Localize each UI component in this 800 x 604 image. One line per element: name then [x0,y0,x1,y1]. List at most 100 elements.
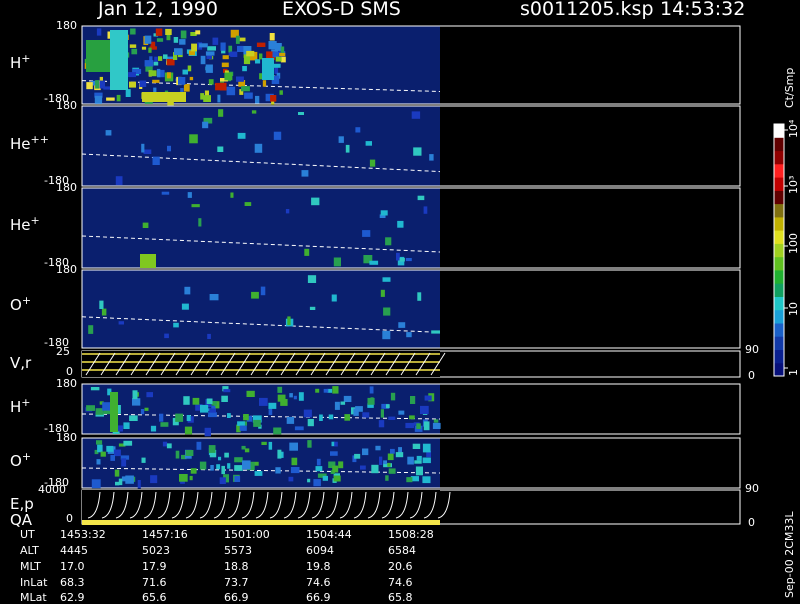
colorbar-cell [774,137,784,152]
panel-0-cell [195,30,201,35]
colorbar-cell [774,190,784,205]
panel-3-cell [307,275,317,283]
panel-7-sub-label: QA [10,511,33,529]
panel-6-label-sup: + [21,450,32,463]
panel-2-cell [380,210,388,216]
panel-2-cell [198,218,202,227]
panel-6-cell [388,468,396,474]
panel-1-label: He++ [10,133,49,153]
colorbar-cell [774,256,784,271]
x-axis-value: 66.9 [224,591,249,604]
panel-1-cell [218,109,224,117]
panel-0-cell [155,28,163,36]
colorbar-cell [774,336,784,350]
panel-6-cell [313,479,321,487]
panel-0-cell [220,42,226,51]
panel-0-cell [180,30,187,39]
panel-6-cell [315,466,323,472]
panel-0-cell [86,82,93,90]
panel-6-cell [275,467,281,474]
panel-5-cell [132,398,141,406]
x-axis-value: 5573 [224,544,252,557]
panel-1-cell [369,159,376,167]
panel-5-cell [223,389,231,393]
panel-1-cell [237,132,246,139]
panel-6-cell [234,475,241,482]
panel-0-cell [275,56,282,62]
panel-3-cell [331,294,337,302]
panel-2-fill [82,188,440,268]
panel-3-cell [417,292,422,301]
panel-1-cell [202,121,209,129]
panel-5-cell [378,420,385,428]
panel-6-cell [416,455,422,461]
x-axis-value: 18.8 [224,560,249,573]
panel-0-cell [183,84,190,92]
panel-3-cell [99,300,104,309]
colorbar-tick-label: 10⁴ [787,119,800,138]
panel-6-cell [196,441,202,450]
footer-label: Sep-00 2CM33L [783,511,796,599]
panel-5-cell [293,395,297,400]
x-axis-value: 5023 [142,544,170,557]
panel-6-cell [385,475,389,481]
panel-5-cell [334,401,340,410]
x-axis-value: 20.6 [388,560,413,573]
panel-3-label: O+ [10,294,31,314]
x-axis-value: 68.3 [60,576,85,589]
panel-6-cell [96,459,101,465]
panel-1-cell [105,130,112,136]
panel-0-cell [191,43,197,52]
x-axis-value: 1501:00 [224,528,270,541]
panel-0-cell [144,35,152,44]
panel-2-cell [311,197,320,206]
panel-6-cell [254,471,263,476]
panel-0-cell [141,46,147,50]
panel-0-cell [237,45,244,52]
panel-6-cell [415,466,423,476]
panel-0-cell [199,43,208,48]
panel-5-cell [307,419,314,427]
panel-5-cell [204,427,211,437]
header-file: s0011205.ksp [520,0,654,20]
panel-6-cell [234,457,243,463]
panel-0-cell [222,55,229,60]
panel-5-cell [319,414,323,421]
panel-5-cell [416,423,421,429]
panel-5-cell [355,406,363,412]
panel-0-cell [166,72,171,79]
panel-3-cell [164,333,169,339]
panel-5-cell [277,386,283,393]
x-axis-value: 19.8 [306,560,331,573]
panel-6-cell [179,474,188,482]
panel-5-cell [123,422,130,429]
panel-0-cell [246,50,255,57]
panel-0-ymax: 180 [56,19,77,32]
panel-6-cell [121,458,127,467]
panel-7-right-tick-top: 90 [745,482,759,495]
panel-2-ymax: 180 [56,181,77,194]
panel-2-cell [369,260,379,265]
panel-6-cell [216,464,221,470]
panel-5-cell [192,397,200,405]
panel-6-cell [338,461,344,469]
panel-0-cell [224,72,233,81]
panel-2-label-sup: + [30,214,40,227]
colorbar-tick-label: 10³ [787,175,800,194]
x-axis-row-name-inlat: InLat [20,576,48,589]
panel-5-cell [146,392,153,398]
panel-1-cell [115,176,123,185]
panel-3-cell [382,277,391,282]
panel-6-label-text: O [10,452,22,470]
panel-5-cell [362,412,370,418]
panel-2-cell [397,220,404,228]
panel-6-cell [242,460,251,470]
panel-0-cell [174,48,183,55]
panel-0-cell [279,90,283,95]
panel-3-cell [406,332,412,338]
panel-0-cell [163,54,168,59]
panel-5-cell [183,396,190,405]
panel-2-cell [230,192,234,198]
panel-6-cell [379,456,383,465]
panel-5-cell [253,419,261,427]
